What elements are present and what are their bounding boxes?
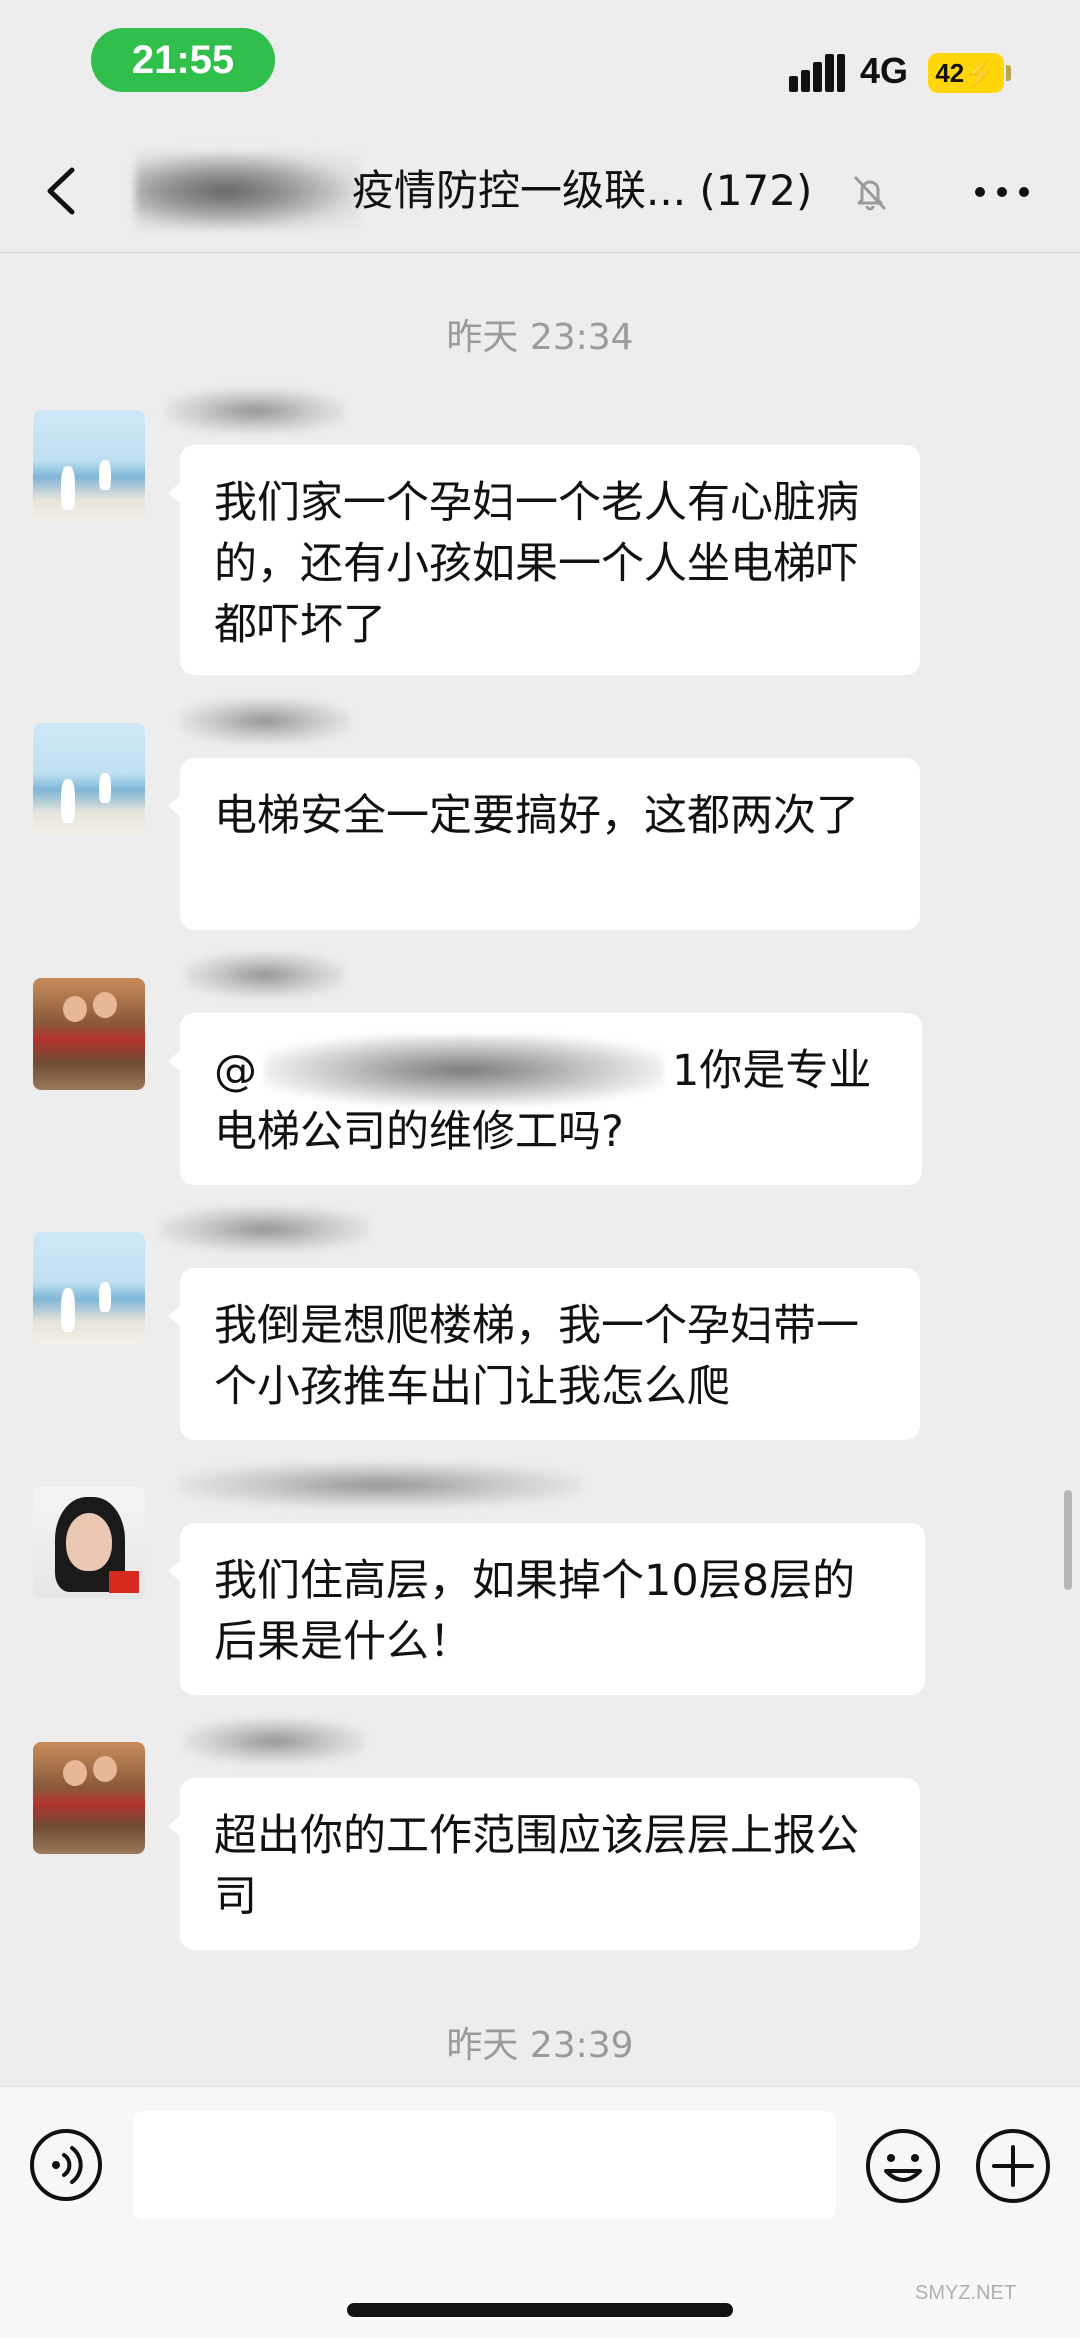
- chat-header: 疫情防控一级联... (172): [0, 130, 1080, 253]
- watermark: SMYZ.NET: [915, 2282, 1017, 2304]
- message-bubble[interactable]: 我们住高层，如果掉个10层8层的后果是什么！: [168, 1523, 925, 1695]
- message-timestamp: 昨天 23:34: [446, 317, 634, 358]
- mute-bell-icon: [854, 176, 886, 211]
- message-input-bar: SMYZ.NET: [0, 2086, 1080, 2338]
- redacted-mention: [264, 1035, 664, 1105]
- avatar-figure: [99, 773, 111, 803]
- avatar[interactable]: [33, 1232, 145, 1344]
- avatar-figure: [61, 466, 75, 510]
- scrollbar[interactable]: [1064, 1490, 1072, 1590]
- avatar[interactable]: [33, 978, 145, 1090]
- avatar-face: [63, 996, 87, 1022]
- avatar-figure: [99, 1282, 111, 1312]
- avatar[interactable]: [33, 1742, 145, 1854]
- battery-indicator: 42⚡: [928, 53, 1004, 93]
- message-bubble[interactable]: 我们家一个孕妇一个老人有心脏病的，还有小孩如果一个人坐电梯吓都吓坏了: [168, 445, 920, 675]
- message-text: 我倒是想爬楼梯，我一个孕妇带一个小孩推车出门让我怎么爬: [214, 1301, 859, 1412]
- network-type: 4G: [860, 50, 909, 91]
- redacted-sender-name: [160, 1206, 370, 1252]
- redacted-sender-name: [165, 388, 345, 434]
- flag-icon: [109, 1571, 139, 1593]
- back-arrow-icon[interactable]: [40, 166, 84, 216]
- message-text: 超出你的工作范围应该层层上报公司: [214, 1811, 859, 1922]
- avatar-figure: [61, 1288, 75, 1332]
- avatar[interactable]: [33, 723, 145, 835]
- redacted-title-prefix: [135, 152, 360, 230]
- home-indicator[interactable]: [347, 2303, 733, 2317]
- status-bar: 21:55 4G 42⚡: [0, 0, 1080, 130]
- message-bubble[interactable]: @1你是专业电梯公司的维修工吗?: [168, 1013, 922, 1185]
- message-bubble[interactable]: 超出你的工作范围应该层层上报公司: [168, 1778, 920, 1950]
- message-input[interactable]: [133, 2111, 836, 2219]
- emoji-icon[interactable]: [864, 2127, 942, 2205]
- redacted-sender-name: [185, 1718, 365, 1764]
- redacted-sender-name: [180, 698, 350, 744]
- avatar[interactable]: [33, 1487, 145, 1599]
- avatar-face: [93, 1756, 117, 1782]
- message-text: 电梯安全一定要搞好，这都两次了: [214, 791, 859, 841]
- status-time: 21:55: [91, 28, 275, 92]
- avatar-face: [93, 992, 117, 1018]
- message-timestamp: 昨天 23:39: [446, 2025, 634, 2066]
- redacted-sender-name: [180, 1462, 580, 1508]
- avatar-face: [63, 1760, 87, 1786]
- redacted-sender-name: [185, 952, 345, 998]
- message-bubble[interactable]: 电梯安全一定要搞好，这都两次了: [168, 758, 920, 930]
- avatar-figure: [99, 460, 111, 490]
- signal-icon: [789, 54, 845, 92]
- add-plus-icon[interactable]: [974, 2127, 1052, 2205]
- avatar-face: [66, 1513, 112, 1571]
- message-text: 我们住高层，如果掉个10层8层的后果是什么！: [214, 1556, 856, 1667]
- avatar-figure: [61, 779, 75, 823]
- voice-input-icon[interactable]: [28, 2127, 104, 2203]
- message-bubble[interactable]: 我倒是想爬楼梯，我一个孕妇带一个小孩推车出门让我怎么爬: [168, 1268, 920, 1440]
- more-options-icon[interactable]: [972, 182, 1032, 202]
- avatar[interactable]: [33, 410, 145, 522]
- message-text: 我们家一个孕妇一个老人有心脏病的，还有小孩如果一个人坐电梯吓都吓坏了: [214, 478, 859, 650]
- battery-tip: [1006, 65, 1011, 81]
- mention-prefix: @: [214, 1046, 257, 1096]
- chat-title[interactable]: 疫情防控一级联... (172): [352, 160, 812, 222]
